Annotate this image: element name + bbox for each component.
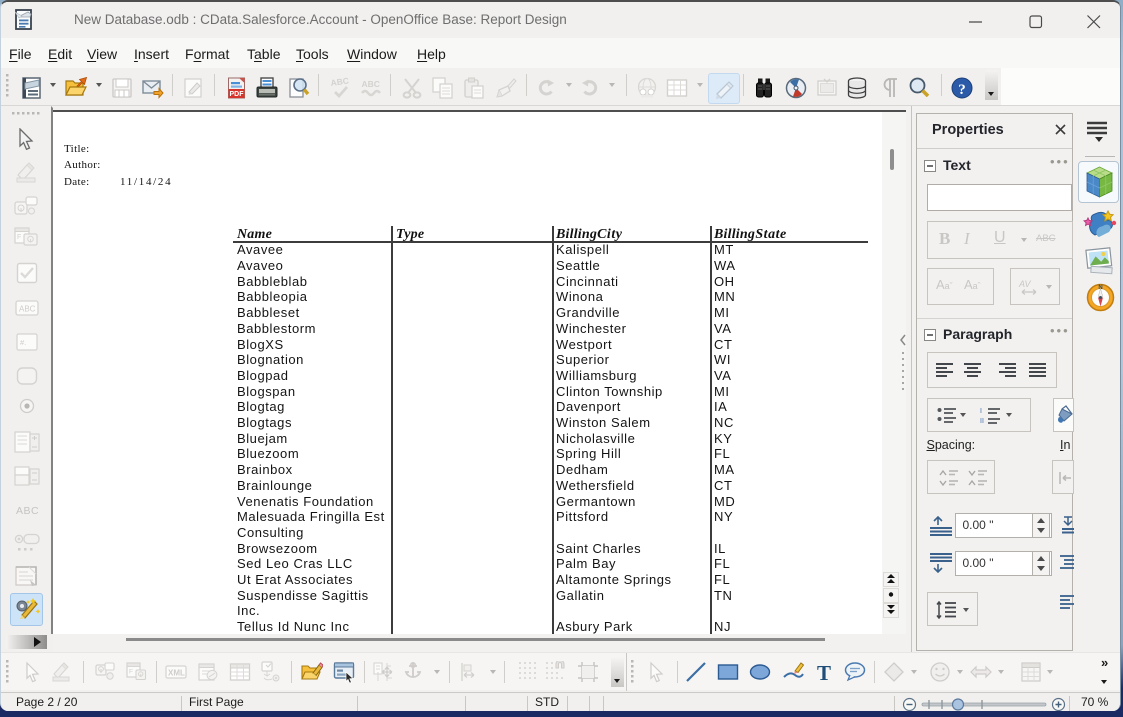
svg-text:I: I: [980, 408, 982, 415]
svg-text:ABC: ABC: [330, 77, 350, 88]
svg-text:ABC: ABC: [16, 505, 39, 517]
svg-text:ABC: ABC: [19, 305, 36, 314]
svg-text:F: F: [17, 234, 21, 241]
svg-text:T: T: [817, 661, 831, 683]
svg-text:#.: #.: [20, 338, 26, 347]
svg-text:ABC: ABC: [362, 79, 380, 89]
svg-text:XML: XML: [168, 669, 185, 678]
svg-text:N: N: [1098, 285, 1102, 291]
svg-text:F: F: [129, 669, 133, 676]
svg-text:?: ?: [958, 82, 966, 98]
svg-text:PDF: PDF: [230, 91, 245, 98]
svg-text:AV: AV: [1018, 279, 1032, 289]
svg-text:II: II: [980, 418, 984, 425]
